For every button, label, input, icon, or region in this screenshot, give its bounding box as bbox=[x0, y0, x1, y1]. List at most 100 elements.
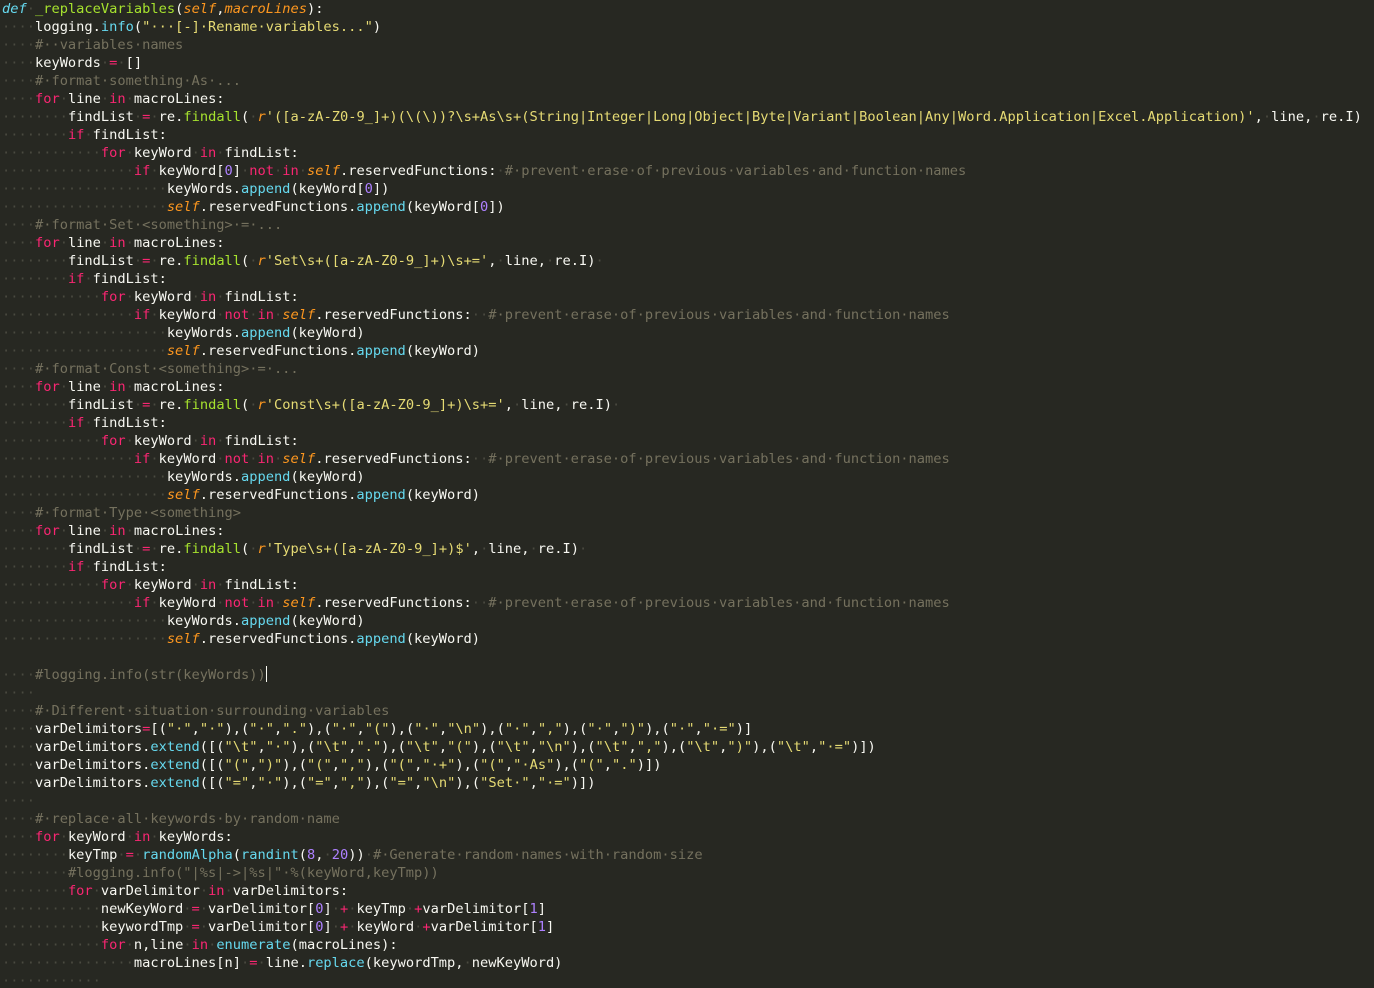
code-line[interactable]: ········if·findList: bbox=[2, 558, 1362, 576]
keyword-token: if bbox=[133, 163, 151, 179]
code-text-area[interactable]: def·_replaceVariables(self,macroLines): ·… bbox=[2, 0, 1362, 988]
whitespace-marker: ···· bbox=[2, 829, 35, 845]
code-line[interactable]: ········keyTmp·=·randomAlpha(randint(8,·… bbox=[2, 846, 1362, 864]
code-line[interactable]: def·_replaceVariables(self,macroLines): bbox=[2, 0, 1362, 18]
code-line[interactable]: ········findList·=·re.findall(·r'Const\s… bbox=[2, 396, 1362, 414]
code-line[interactable]: ············for·n,line·in·enumerate(macr… bbox=[2, 936, 1362, 954]
code-line[interactable]: ····················self.reservedFunctio… bbox=[2, 486, 1362, 504]
code-token: macroLines: bbox=[133, 379, 225, 395]
code-line[interactable]: ····················keyWords.append(keyW… bbox=[2, 468, 1362, 486]
code-token: , bbox=[216, 1, 225, 17]
keyword-token: in bbox=[109, 235, 126, 251]
string-token: "\t" bbox=[315, 739, 349, 755]
code-line[interactable]: ············newKeyWord·=·varDelimitor[0]… bbox=[2, 900, 1362, 918]
code-line[interactable] bbox=[2, 648, 1362, 666]
code-line[interactable]: ················macroLines[n]·=·line.rep… bbox=[2, 954, 1362, 972]
code-line[interactable]: ····#·format·Set·<something>·=·... bbox=[2, 216, 1362, 234]
function-name-token: _replaceVariables bbox=[34, 1, 176, 17]
whitespace-marker: · bbox=[125, 937, 134, 953]
whitespace-marker: ···················· bbox=[2, 469, 167, 485]
code-line[interactable]: ····varDelimitors.extend([("(",")"),("("… bbox=[2, 756, 1362, 774]
code-token: ] bbox=[323, 901, 332, 917]
self-token: self bbox=[282, 451, 316, 467]
whitespace-marker: · bbox=[216, 451, 225, 467]
code-line[interactable]: ················if·keyWord[0]·not·in·sel… bbox=[2, 162, 1362, 180]
code-line[interactable]: ········for·varDelimitor·in·varDelimitor… bbox=[2, 882, 1362, 900]
whitespace-marker: · bbox=[199, 901, 209, 917]
whitespace-marker: · bbox=[191, 145, 200, 161]
code-line[interactable]: ···· bbox=[2, 684, 1362, 702]
code-line[interactable]: ············for·keyWord·in·findList: bbox=[2, 432, 1362, 450]
self-token: self bbox=[282, 307, 316, 323]
code-token: ] bbox=[232, 163, 242, 179]
code-line[interactable]: ····for·line·in·macroLines: bbox=[2, 378, 1362, 396]
code-line[interactable]: ····varDelimitors.extend([("=","·"),("="… bbox=[2, 774, 1362, 792]
function-name-token: findall bbox=[183, 109, 242, 125]
code-token: .reservedFunctions. bbox=[199, 199, 357, 215]
code-line[interactable]: ················if·keyWord·not·in·self.r… bbox=[2, 306, 1362, 324]
whitespace-marker: ·· bbox=[471, 595, 489, 611]
code-token: , bbox=[488, 253, 497, 269]
string-token: 'Set\s+([a-zA-Z0-9_]+)\s+=' bbox=[265, 253, 489, 269]
code-line[interactable]: ········if·findList: bbox=[2, 126, 1362, 144]
whitespace-marker: ········ bbox=[2, 253, 68, 269]
whitespace-marker: · bbox=[1312, 109, 1321, 125]
code-line[interactable]: ········findList·=·re.findall(·r'([a-zA-… bbox=[2, 108, 1362, 126]
code-line[interactable]: ················if·keyWord·not·in·self.r… bbox=[2, 450, 1362, 468]
code-line[interactable]: ····················self.reservedFunctio… bbox=[2, 630, 1362, 648]
code-line[interactable]: ········if·findList: bbox=[2, 414, 1362, 432]
code-token: findList: bbox=[224, 577, 299, 593]
code-line[interactable]: ····#·Different·situation·surrounding·va… bbox=[2, 702, 1362, 720]
code-line[interactable]: ····varDelimitors.extend([("\t","·"),("\… bbox=[2, 738, 1362, 756]
code-line[interactable]: ············ bbox=[2, 972, 1362, 988]
code-line[interactable]: ····················keyWords.append(keyW… bbox=[2, 180, 1362, 198]
code-line[interactable]: ····#·format·Type·<something> bbox=[2, 504, 1362, 522]
code-line[interactable]: ········#logging.info("|%s|->|%s|"·%(key… bbox=[2, 864, 1362, 882]
code-line[interactable]: ····for·line·in·macroLines: bbox=[2, 234, 1362, 252]
self-token: self bbox=[166, 343, 200, 359]
code-line[interactable]: ············for·keyWord·in·findList: bbox=[2, 144, 1362, 162]
code-token: , bbox=[504, 397, 514, 413]
code-line[interactable]: ····keyWords·=·[] bbox=[2, 54, 1362, 72]
code-line[interactable]: ····for·line·in·macroLines: bbox=[2, 90, 1362, 108]
keyword-token: in bbox=[257, 451, 274, 467]
code-line[interactable]: ········findList·=·re.findall(·r'Set\s+(… bbox=[2, 252, 1362, 270]
code-line[interactable]: ····················self.reservedFunctio… bbox=[2, 342, 1362, 360]
code-token: , bbox=[504, 757, 514, 773]
code-token: line bbox=[67, 379, 101, 395]
code-token: macroLines: bbox=[133, 235, 225, 251]
code-line[interactable]: ····#··variables·names bbox=[2, 36, 1362, 54]
code-line[interactable]: ····#·format·Const·<something>·=·... bbox=[2, 360, 1362, 378]
code-line[interactable]: ····for·keyWord·in·keyWords: bbox=[2, 828, 1362, 846]
code-line[interactable]: ····················keyWords.append(keyW… bbox=[2, 612, 1362, 630]
code-line[interactable]: ············keywordTmp·=·varDelimitor[0]… bbox=[2, 918, 1362, 936]
code-line[interactable]: ····················self.reservedFunctio… bbox=[2, 198, 1362, 216]
code-editor[interactable]: def·_replaceVariables(self,macroLines): ·… bbox=[0, 0, 1374, 988]
code-line[interactable]: ········if·findList: bbox=[2, 270, 1362, 288]
builtin-token: append bbox=[356, 631, 406, 647]
code-line[interactable]: ····varDelimitors=[("·","·"),("·","."),(… bbox=[2, 720, 1362, 738]
code-line[interactable]: ········findList·=·re.findall(·r'Type\s+… bbox=[2, 540, 1362, 558]
code-line[interactable]: ····················keyWords.append(keyW… bbox=[2, 324, 1362, 342]
code-line[interactable]: ················if·keyWord·not·in·self.r… bbox=[2, 594, 1362, 612]
code-line[interactable]: ············for·keyWord·in·findList: bbox=[2, 288, 1362, 306]
code-token: keyWords bbox=[34, 55, 101, 71]
code-line[interactable]: ····logging.info("···[-]·Rename·variable… bbox=[2, 18, 1362, 36]
code-token: , bbox=[809, 739, 819, 755]
code-line[interactable]: ············for·keyWord·in·findList: bbox=[2, 576, 1362, 594]
code-line[interactable]: ···· bbox=[2, 792, 1362, 810]
code-line[interactable]: ····for·line·in·macroLines: bbox=[2, 522, 1362, 540]
whitespace-marker: ········ bbox=[2, 865, 68, 881]
whitespace-marker: ···· bbox=[2, 793, 35, 809]
code-line[interactable]: ····#·format·something·As·... bbox=[2, 72, 1362, 90]
string-token: "=" bbox=[224, 775, 250, 791]
code-line[interactable]: ····#logging.info(str(keyWords)) bbox=[2, 666, 1362, 684]
keyword-token: if bbox=[133, 307, 151, 323]
whitespace-marker: · bbox=[216, 145, 225, 161]
code-token: , bbox=[249, 757, 258, 773]
code-token: newKeyWord bbox=[100, 901, 184, 917]
code-line[interactable]: ····#·replace·all·keywords·by·random·nam… bbox=[2, 810, 1362, 828]
whitespace-marker: ················ bbox=[2, 163, 134, 179]
code-token: (keywordTmp, bbox=[364, 955, 464, 971]
whitespace-marker: · bbox=[241, 955, 250, 971]
